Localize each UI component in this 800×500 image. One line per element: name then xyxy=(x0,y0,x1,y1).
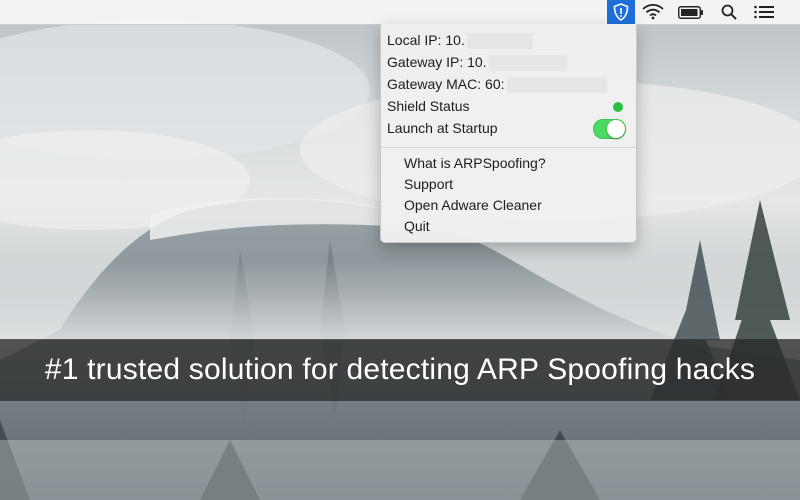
menu-bar xyxy=(0,0,800,25)
gateway-ip-row: Gateway IP: 10. xyxy=(387,52,567,72)
menu-item-open-adware-cleaner[interactable]: Open Adware Cleaner xyxy=(404,195,542,216)
launch-at-startup-label: Launch at Startup xyxy=(387,120,498,136)
gateway-mac-label: Gateway MAC: 60: xyxy=(387,76,505,92)
menu-item-support[interactable]: Support xyxy=(404,174,453,195)
shield-dropdown-menu: Local IP: 10. Gateway IP: 10. Gateway MA… xyxy=(380,24,637,243)
search-icon[interactable] xyxy=(718,0,740,24)
shield-icon[interactable] xyxy=(607,0,635,24)
menu-item-quit[interactable]: Quit xyxy=(404,216,430,237)
wifi-icon[interactable] xyxy=(640,0,666,24)
gateway-mac-row: Gateway MAC: 60: xyxy=(387,74,607,94)
launch-at-startup-toggle[interactable] xyxy=(593,119,626,139)
shield-status-label: Shield Status xyxy=(387,98,470,114)
toggle-knob xyxy=(607,120,625,138)
menu-separator xyxy=(381,147,636,148)
battery-icon[interactable] xyxy=(676,0,706,24)
menu-item-what-is-arpspoofing[interactable]: What is ARPSpoofing? xyxy=(404,153,546,174)
gateway-ip-label: Gateway IP: 10. xyxy=(387,54,487,70)
banner-text: #1 trusted solution for detecting ARP Sp… xyxy=(44,353,756,386)
status-indicator-dot xyxy=(613,102,623,112)
redacted-value xyxy=(488,55,567,72)
redacted-value xyxy=(506,77,607,94)
list-icon[interactable] xyxy=(752,0,776,24)
local-ip-label: Local IP: 10. xyxy=(387,32,465,48)
promo-banner: #1 trusted solution for detecting ARP Sp… xyxy=(0,339,800,401)
redacted-value xyxy=(466,33,533,50)
local-ip-row: Local IP: 10. xyxy=(387,30,533,50)
